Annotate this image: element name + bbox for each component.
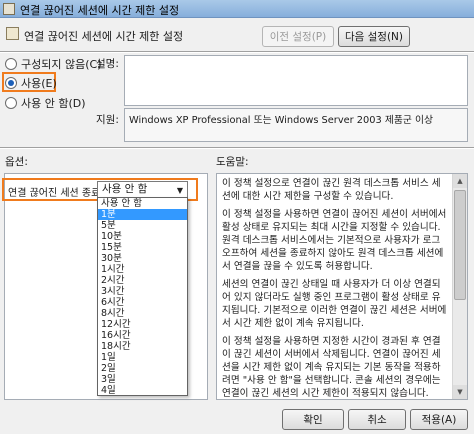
policy-header: 연결 끊어진 세션에 시간 제한 설정 이전 설정(P) 다음 설정(N) [0,19,474,51]
scroll-thumb[interactable] [454,190,466,300]
radio-enabled-label: 사용(E) [21,77,57,90]
disconnect-timeout-select[interactable]: 사용 안 함 ▼ [97,181,188,198]
radio-enabled-circle[interactable] [5,77,17,89]
timeout-dropdown-list[interactable]: 사용 안 함 1분 5분 10분 15분 30분 1시간 2시간 3시간 6시간 8시간 12시간 16… [97,197,188,396]
dropdown-option[interactable]: 8시간 [98,308,187,319]
title-bar: 연결 끊어진 세션에 시간 제한 설정 [0,0,474,18]
dropdown-option[interactable]: 사용 안 함 [98,198,187,209]
radio-disabled-label: 사용 안 함(D) [21,97,86,110]
radio-enabled[interactable]: 사용(E) [5,75,57,91]
dropdown-option[interactable]: 18시간 [98,341,187,352]
help-paragraph: 이 정책 설정으로 연결이 끊긴 원격 데스크톱 서비스 세션에 대한 시간 제… [222,178,441,202]
window-title: 연결 끊어진 세션에 시간 제한 설정 [20,4,180,17]
dropdown-option[interactable]: 1분 [98,209,187,220]
chevron-down-icon[interactable]: ▼ [177,183,183,198]
radio-not-configured-label: 구성되지 않음(C) [21,58,102,71]
comment-label: 설명: [96,58,119,70]
help-label: 도움말: [216,156,249,168]
next-setting-button[interactable]: 다음 설정(N) [338,26,410,47]
scroll-down-icon[interactable]: ▼ [453,385,467,399]
help-scrollbar[interactable]: ▲ ▼ [452,174,467,399]
supported-label: 지원: [96,114,119,126]
app-icon [3,3,15,15]
policy-icon [6,27,19,40]
dropdown-option[interactable]: 12시간 [98,319,187,330]
supported-value: Windows XP Professional 또는 Windows Serve… [129,115,434,126]
dropdown-option[interactable]: 3일 [98,374,187,385]
radio-not-configured[interactable]: 구성되지 않음(C) [5,56,101,72]
radio-disabled-circle[interactable] [5,97,17,109]
mid-separator [0,147,474,149]
header-separator [0,51,474,53]
help-paragraph: 이 정책 설정을 사용하면 연결이 끊어진 세션이 서버에서 활성 상태로 유지… [222,209,447,272]
scroll-up-icon[interactable]: ▲ [453,174,467,188]
ok-button[interactable]: 확인 [282,409,344,430]
help-paragraph: 세션의 연결이 끊긴 상태일 때 사용자가 더 이상 연결되어 있지 않더라도 … [222,279,447,329]
dropdown-option[interactable]: 5분 [98,220,187,231]
dropdown-option[interactable]: 1일 [98,352,187,363]
dropdown-option[interactable]: 16시간 [98,330,187,341]
setting-label: 연결 끊어진 세션 종료 [8,188,101,199]
dropdown-option[interactable]: 2시간 [98,275,187,286]
cancel-button[interactable]: 취소 [348,409,406,430]
help-text: 이 정책 설정으로 연결이 끊긴 원격 데스크톱 서비스 세션에 대한 시간 제… [217,174,452,399]
dropdown-option[interactable]: 30분 [98,253,187,264]
dropdown-option[interactable]: 10분 [98,231,187,242]
previous-setting-button[interactable]: 이전 설정(P) [262,26,334,47]
select-value: 사용 안 함 [102,183,148,195]
dropdown-option[interactable]: 2일 [98,363,187,374]
apply-button[interactable]: 적용(A) [410,409,468,430]
help-panel: 이 정책 설정으로 연결이 끊긴 원격 데스크톱 서비스 세션에 대한 시간 제… [216,173,468,400]
dropdown-option[interactable]: 6시간 [98,297,187,308]
help-paragraph: 이 정책 설정을 사용하면 지정한 시간이 경과된 후 연결이 끊긴 세션이 서… [222,336,441,399]
dropdown-option[interactable]: 4일 [98,385,187,395]
comment-textarea[interactable] [124,55,468,106]
dropdown-option[interactable]: 1시간 [98,264,187,275]
policy-title: 연결 끊어진 세션에 시간 제한 설정 [24,30,184,43]
dropdown-option[interactable]: 15분 [98,242,187,253]
radio-disabled[interactable]: 사용 안 함(D) [5,95,86,111]
supported-on-box: Windows XP Professional 또는 Windows Serve… [124,108,468,142]
dropdown-option[interactable]: 3시간 [98,286,187,297]
radio-not-configured-circle[interactable] [5,58,17,70]
options-label: 옵션: [5,156,28,168]
